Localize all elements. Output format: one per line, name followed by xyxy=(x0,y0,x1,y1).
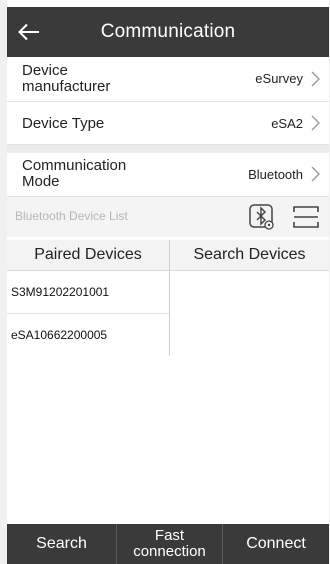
scan-button[interactable] xyxy=(292,203,320,231)
communication-mode-label: Communication Mode xyxy=(22,157,127,190)
device-manufacturer-row[interactable]: Device manufacturer eSurvey xyxy=(7,57,329,102)
bluetooth-list-label: Bluetooth Device List xyxy=(15,209,128,223)
section-divider xyxy=(7,145,329,153)
app-header: Communication xyxy=(7,7,329,57)
list-item[interactable]: eSA10662200005 xyxy=(7,314,169,356)
device-manufacturer-label: Device manufacturer xyxy=(22,62,111,95)
list-item[interactable]: S3M91202201001 xyxy=(7,271,169,314)
connect-button[interactable]: Connect xyxy=(223,524,329,564)
tab-search-devices[interactable]: Search Devices xyxy=(170,240,329,270)
device-manufacturer-value: eSurvey xyxy=(255,71,303,86)
bluetooth-settings-button[interactable] xyxy=(247,201,277,233)
tab-paired-devices[interactable]: Paired Devices xyxy=(7,240,170,270)
device-type-label: Device Type xyxy=(22,115,105,132)
bluetooth-list-bar: Bluetooth Device List xyxy=(7,197,329,237)
bottom-action-bar: Search Fast connection Connect xyxy=(7,524,329,564)
chevron-right-icon xyxy=(311,71,320,87)
fast-connection-button[interactable]: Fast connection xyxy=(117,524,223,564)
communication-mode-row[interactable]: Communication Mode Bluetooth xyxy=(7,153,329,197)
page-title: Communication xyxy=(100,21,236,42)
chevron-right-icon xyxy=(311,166,320,182)
device-type-value: eSA2 xyxy=(271,116,303,131)
device-type-row[interactable]: Device Type eSA2 xyxy=(7,102,329,145)
device-id: eSA10662200005 xyxy=(11,328,108,342)
chevron-right-icon xyxy=(311,115,320,131)
device-tabs: Paired Devices Search Devices xyxy=(7,240,329,271)
device-id: S3M91202201001 xyxy=(11,285,110,299)
search-button[interactable]: Search xyxy=(7,524,117,564)
scan-icon xyxy=(293,206,319,228)
paired-device-list: S3M91202201001 eSA10662200005 xyxy=(7,271,170,356)
bluetooth-settings-icon xyxy=(249,204,274,230)
communication-mode-value: Bluetooth xyxy=(248,167,303,182)
